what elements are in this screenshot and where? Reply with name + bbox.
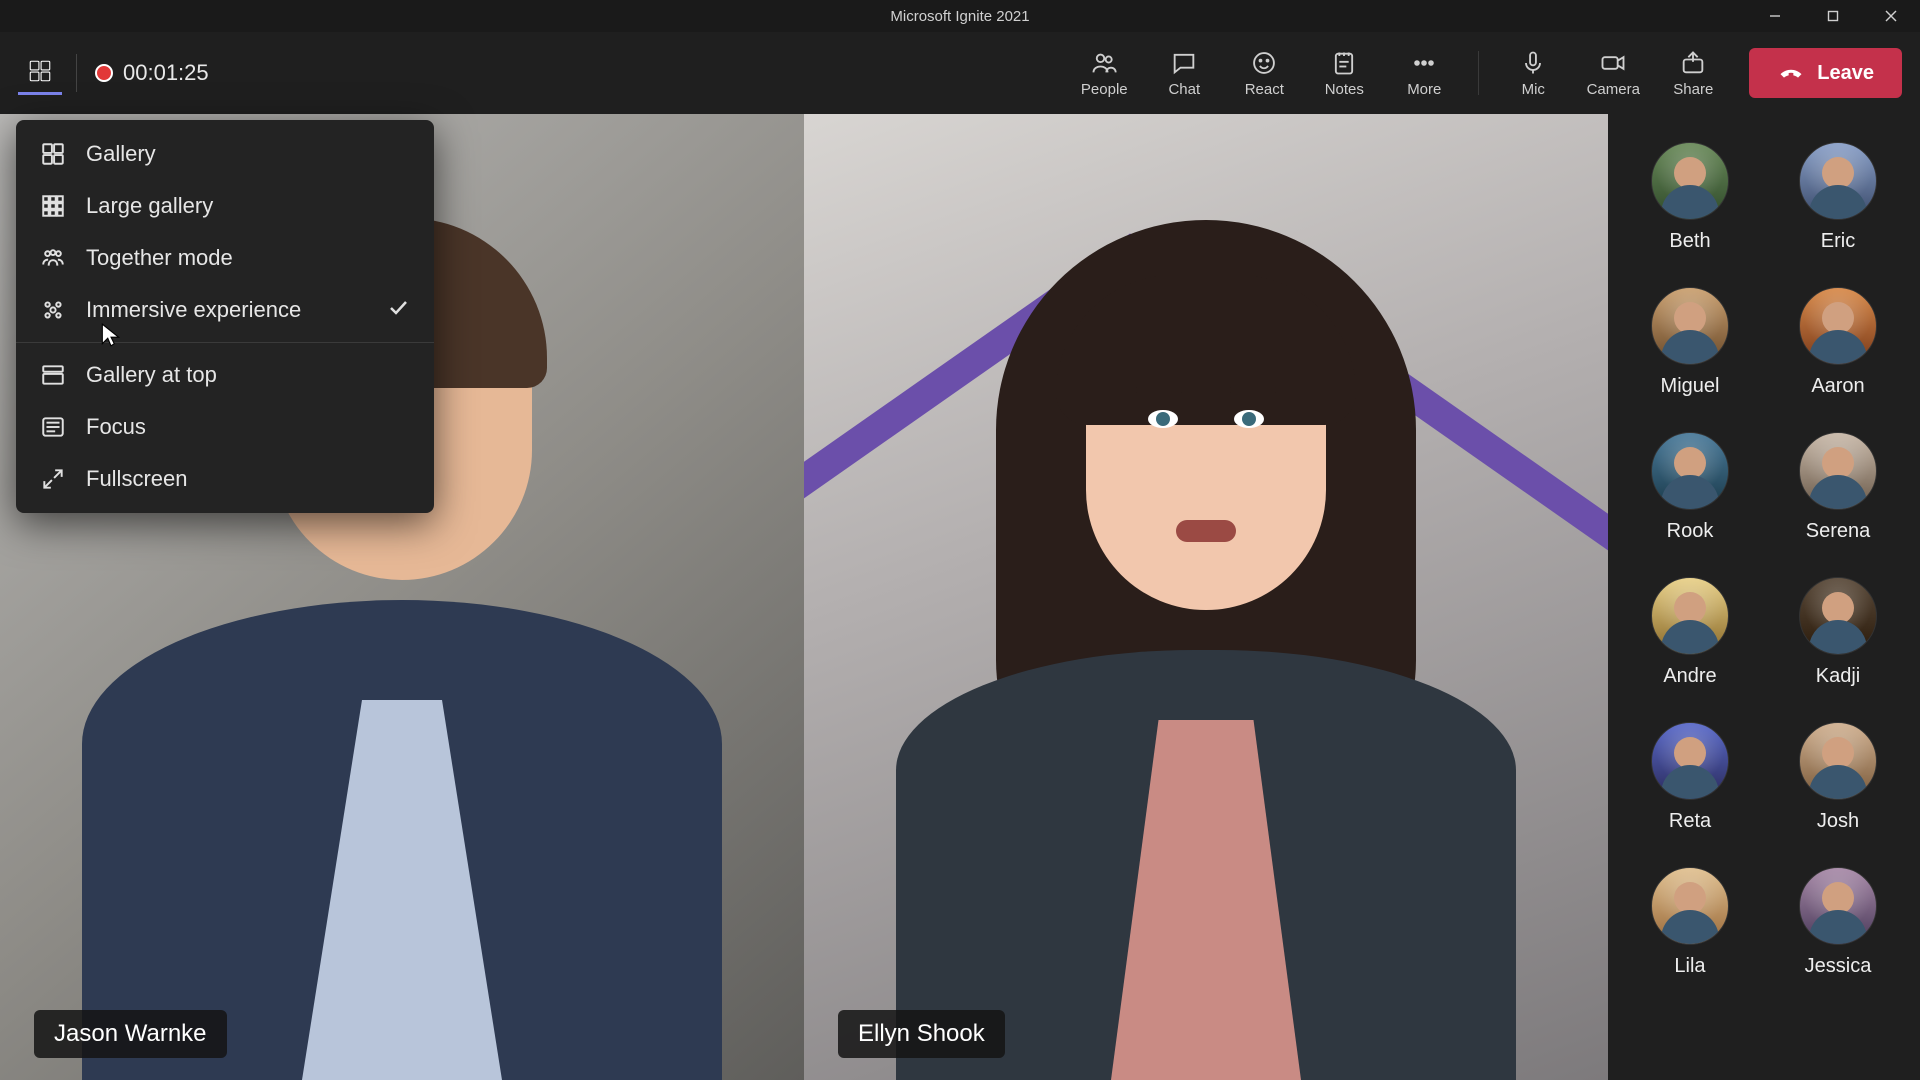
view-mode-button[interactable]	[18, 51, 62, 95]
participant-item[interactable]: Jessica	[1773, 867, 1903, 978]
video-tile-2[interactable]: Ellyn Shook	[804, 114, 1608, 1080]
window-controls	[1746, 0, 1920, 32]
mic-button[interactable]: Mic	[1497, 43, 1569, 104]
maximize-button[interactable]	[1804, 0, 1862, 32]
record-icon	[95, 64, 113, 82]
people-icon	[1090, 49, 1118, 77]
close-button[interactable]	[1862, 0, 1920, 32]
react-icon	[1250, 49, 1278, 77]
together-icon	[40, 245, 66, 271]
chat-icon	[1170, 49, 1198, 77]
menu-item-fullscreen[interactable]: Fullscreen	[16, 453, 434, 505]
menu-item-gallery[interactable]: Gallery	[16, 128, 434, 180]
avatar	[1651, 722, 1729, 800]
more-button[interactable]: More	[1388, 43, 1460, 104]
elapsed-time: 00:01:25	[123, 60, 209, 86]
participant-item[interactable]: Josh	[1773, 722, 1903, 833]
avatar	[1799, 577, 1877, 655]
toolbar-divider	[76, 54, 77, 92]
avatar	[1799, 142, 1877, 220]
participant-item[interactable]: Miguel	[1625, 287, 1755, 398]
grid-icon	[27, 58, 53, 84]
camera-icon	[1599, 49, 1627, 77]
menu-item-large-gallery[interactable]: Large gallery	[16, 180, 434, 232]
participant-item[interactable]: Reta	[1625, 722, 1755, 833]
immersive-icon	[40, 297, 66, 323]
chat-button[interactable]: Chat	[1148, 43, 1220, 104]
menu-item-focus[interactable]: Focus	[16, 401, 434, 453]
participant-item[interactable]: Lila	[1625, 867, 1755, 978]
view-menu: Gallery Large gallery Together mode Imme…	[16, 120, 434, 513]
react-button[interactable]: React	[1228, 43, 1300, 104]
gallery-top-icon	[40, 362, 66, 388]
avatar	[1651, 142, 1729, 220]
menu-separator	[16, 342, 434, 343]
share-button[interactable]: Share	[1657, 43, 1729, 104]
participant-item[interactable]: Rook	[1625, 432, 1755, 543]
cursor-icon	[100, 322, 122, 353]
participant-item[interactable]: Eric	[1773, 142, 1903, 253]
avatar	[1651, 287, 1729, 365]
camera-button[interactable]: Camera	[1577, 43, 1649, 104]
participant-item[interactable]: Beth	[1625, 142, 1755, 253]
participant-item[interactable]: Kadji	[1773, 577, 1903, 688]
leave-button[interactable]: Leave	[1749, 48, 1902, 98]
mic-icon	[1519, 49, 1547, 77]
avatar	[1799, 432, 1877, 510]
hangup-icon	[1777, 59, 1805, 87]
notes-icon	[1330, 49, 1358, 77]
check-icon	[386, 295, 410, 325]
recording-indicator: 00:01:25	[95, 60, 209, 86]
fullscreen-icon	[40, 466, 66, 492]
participant-item[interactable]: Andre	[1625, 577, 1755, 688]
participant-item[interactable]: Serena	[1773, 432, 1903, 543]
gallery-icon	[40, 141, 66, 167]
avatar	[1799, 722, 1877, 800]
participant-list[interactable]: Beth Eric Miguel Aaron Rook Serena Andre…	[1608, 114, 1920, 1080]
meeting-toolbar: 00:01:25 People Chat React Notes More Mi…	[0, 32, 1920, 114]
share-icon	[1679, 49, 1707, 77]
menu-item-gallery-top[interactable]: Gallery at top	[16, 349, 434, 401]
speaker-name-tag: Ellyn Shook	[838, 1010, 1005, 1058]
menu-item-immersive[interactable]: Immersive experience	[16, 284, 434, 336]
large-gallery-icon	[40, 193, 66, 219]
participant-item[interactable]: Aaron	[1773, 287, 1903, 398]
notes-button[interactable]: Notes	[1308, 43, 1380, 104]
toolbar-separator	[1478, 51, 1479, 95]
people-button[interactable]: People	[1068, 43, 1140, 104]
speaker-name-tag: Jason Warnke	[34, 1010, 227, 1058]
leave-label: Leave	[1817, 62, 1874, 85]
more-icon	[1410, 49, 1438, 77]
title-bar: Microsoft Ignite 2021	[0, 0, 1920, 32]
avatar	[1799, 287, 1877, 365]
window-title: Microsoft Ignite 2021	[890, 8, 1029, 25]
menu-item-together[interactable]: Together mode	[16, 232, 434, 284]
avatar	[1799, 867, 1877, 945]
avatar	[1651, 867, 1729, 945]
avatar	[1651, 432, 1729, 510]
minimize-button[interactable]	[1746, 0, 1804, 32]
participant-avatar	[846, 114, 1566, 1080]
avatar	[1651, 577, 1729, 655]
focus-icon	[40, 414, 66, 440]
